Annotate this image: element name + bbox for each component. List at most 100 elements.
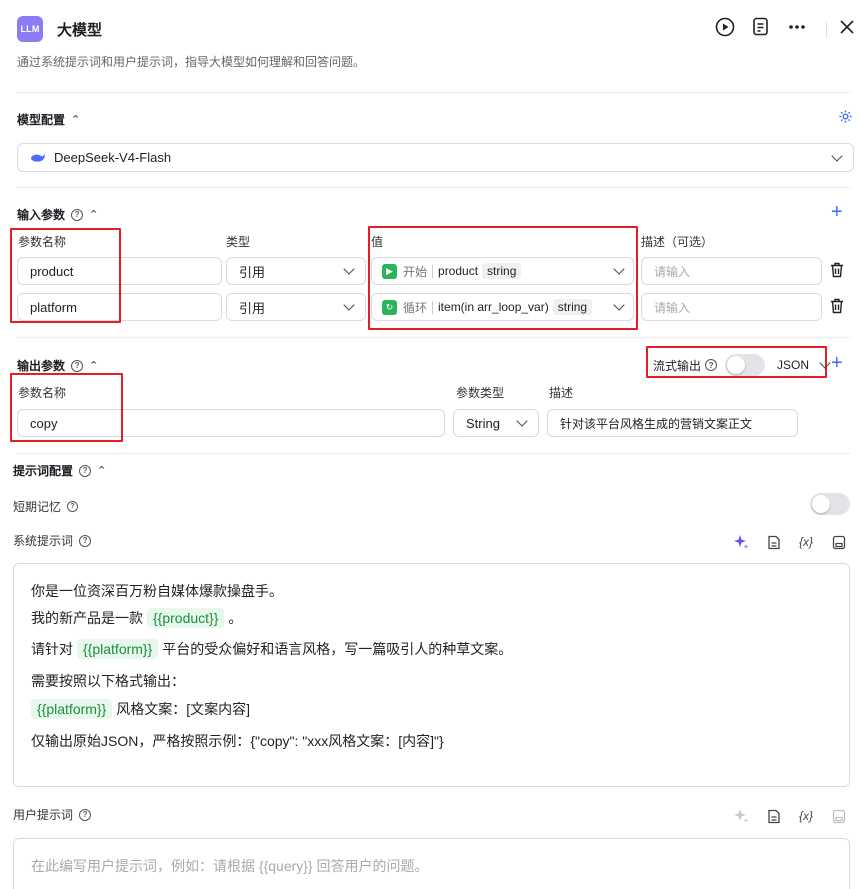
prompt-line: 请针对 {{platform}} 平台的受众偏好和语言风格，写一篇吸引人的种草文… <box>31 639 512 659</box>
param-desc-input[interactable]: 请输入 <box>641 257 822 285</box>
help-icon[interactable]: ? <box>705 359 718 371</box>
template-icon[interactable] <box>765 533 783 551</box>
prompt-text: 风格文案：[文案内容] <box>116 701 251 717</box>
output-desc-value: 针对该平台风格生成的营销文案正文 <box>560 416 753 431</box>
template-icon[interactable] <box>765 807 783 825</box>
chevron-up-icon[interactable]: ⌃ <box>71 113 80 126</box>
trash-icon[interactable] <box>830 298 844 317</box>
help-icon[interactable]: ? <box>79 534 92 547</box>
stream-toggle[interactable] <box>725 354 766 376</box>
gear-icon[interactable] <box>838 109 853 127</box>
prompt-line: 仅输出原始JSON，严格按照示例：{"copy": "xxx风格文案：[内容]"… <box>31 731 444 751</box>
short-memory-row: 短期记忆 ? <box>13 498 79 515</box>
system-prompt-header: 系统提示词 ? <box>13 532 92 549</box>
highlight-box <box>10 228 121 323</box>
prompt-text: 请针对 <box>31 641 73 657</box>
variable-insert-icon[interactable]: {x} <box>797 533 815 551</box>
stream-output-control: 流式输出 ? JSON <box>653 354 831 376</box>
divider <box>17 92 850 93</box>
divider <box>17 187 850 188</box>
chevron-down-icon[interactable] <box>516 415 528 427</box>
add-input-button[interactable]: + <box>831 202 843 222</box>
help-icon[interactable]: ? <box>79 464 92 477</box>
short-memory-label: 短期记忆 <box>13 500 62 514</box>
chevron-up-icon[interactable]: ⌃ <box>97 464 106 477</box>
output-format-value[interactable]: JSON <box>777 358 809 372</box>
chevron-down-icon[interactable] <box>343 263 355 275</box>
output-params-header[interactable]: 输出参数 ? ⌃ <box>17 357 98 374</box>
param-type-value: 引用 <box>239 300 266 316</box>
output-params-label: 输出参数 <box>17 359 66 373</box>
output-type-select[interactable]: String <box>453 409 539 437</box>
save-icon[interactable] <box>830 807 848 825</box>
trash-icon[interactable] <box>830 262 844 281</box>
save-icon[interactable] <box>830 533 848 551</box>
variable-chip[interactable]: {{product}} <box>147 608 225 628</box>
param-type-select[interactable]: 引用 <box>226 257 366 285</box>
col-desc: 描述（可选） <box>641 235 714 249</box>
model-config-label: 模型配置 <box>17 113 66 127</box>
prompt-text: 你是一位资深百万粉自媒体爆款操盘手。 <box>31 583 283 599</box>
output-type-value: String <box>466 415 500 431</box>
sparkle-icon[interactable] <box>732 807 750 825</box>
help-icon[interactable]: ? <box>71 359 84 372</box>
user-prompt-placeholder: 在此编写用户提示词，例如：请根据 {{query}} 回答用户的问题。 <box>31 858 429 874</box>
param-type-select[interactable]: 引用 <box>226 293 366 321</box>
input-params-label: 输入参数 <box>17 208 66 222</box>
user-prompt-header: 用户提示词 ? <box>13 806 92 823</box>
param-desc-input[interactable]: 请输入 <box>641 293 822 321</box>
node-title: 大模型 <box>57 22 103 39</box>
variable-chip[interactable]: {{platform}} <box>77 639 159 659</box>
variable-chip[interactable]: {{platform}} <box>31 699 113 719</box>
chevron-down-icon[interactable] <box>819 357 831 369</box>
output-desc-input[interactable]: 针对该平台风格生成的营销文案正文 <box>547 409 798 437</box>
more-icon[interactable] <box>786 16 808 38</box>
model-select[interactable]: DeepSeek-V4-Flash <box>17 143 854 172</box>
play-icon[interactable] <box>714 16 736 38</box>
help-icon[interactable]: ? <box>79 808 92 821</box>
user-prompt-editor[interactable]: 在此编写用户提示词，例如：请根据 {{query}} 回答用户的问题。 <box>13 838 850 889</box>
prompt-line: 你是一位资深百万粉自媒体爆款操盘手。 <box>31 581 283 601</box>
input-params-header[interactable]: 输入参数 ? ⌃ <box>17 206 98 223</box>
chevron-up-icon[interactable]: ⌃ <box>89 208 98 221</box>
sparkle-icon[interactable] <box>732 533 750 551</box>
model-config-header[interactable]: 模型配置 ⌃ <box>17 111 80 128</box>
prompt-line: 需要按照以下格式输出： <box>31 671 185 691</box>
system-prompt-label: 系统提示词 <box>13 534 74 548</box>
highlight-box <box>368 226 638 330</box>
document-icon[interactable] <box>750 16 772 38</box>
system-prompt-editor[interactable]: 你是一位资深百万粉自媒体爆款操盘手。 我的新产品是一款 {{product}} … <box>13 563 850 787</box>
col-param-type: 参数类型 <box>456 386 505 400</box>
prompt-text: 需要按照以下格式输出： <box>31 673 185 689</box>
variable-insert-icon[interactable]: {x} <box>797 807 815 825</box>
highlight-box <box>10 373 123 442</box>
help-icon[interactable]: ? <box>67 501 79 512</box>
close-icon[interactable] <box>836 16 858 38</box>
help-icon[interactable]: ? <box>71 208 84 221</box>
short-memory-toggle[interactable] <box>810 493 850 515</box>
prompt-line: {{platform}} 风格文案：[文案内容] <box>27 699 250 719</box>
divider <box>17 453 850 454</box>
prompt-line: 我的新产品是一款 {{product}} 。 <box>31 608 242 628</box>
prompt-text: 仅输出原始JSON，严格按照示例：{"copy": "xxx风格文案：[内容]"… <box>31 733 444 749</box>
prompt-text: 我的新产品是一款 <box>31 610 143 626</box>
chevron-down-icon[interactable] <box>343 299 355 311</box>
placeholder: 请输入 <box>654 300 691 315</box>
chevron-up-icon[interactable]: ⌃ <box>89 359 98 372</box>
stream-output-label: 流式输出 <box>653 358 702 373</box>
header-divider <box>826 22 827 38</box>
model-name: DeepSeek-V4-Flash <box>54 150 172 165</box>
user-prompt-label: 用户提示词 <box>13 808 74 822</box>
col-desc: 描述 <box>549 386 574 400</box>
whale-icon <box>30 152 46 164</box>
add-output-button[interactable]: + <box>831 353 843 373</box>
node-description: 通过系统提示词和用户提示词，指导大模型如何理解和回答问题。 <box>17 55 366 69</box>
col-type: 类型 <box>226 235 251 249</box>
chevron-down-icon[interactable] <box>831 149 843 162</box>
param-type-value: 引用 <box>239 264 266 280</box>
prompt-config-label: 提示词配置 <box>13 464 74 478</box>
prompt-text: 。 <box>228 610 243 626</box>
llm-logo: LLM <box>17 16 43 42</box>
divider <box>17 337 850 338</box>
prompt-config-header[interactable]: 提示词配置 ? ⌃ <box>13 462 106 479</box>
